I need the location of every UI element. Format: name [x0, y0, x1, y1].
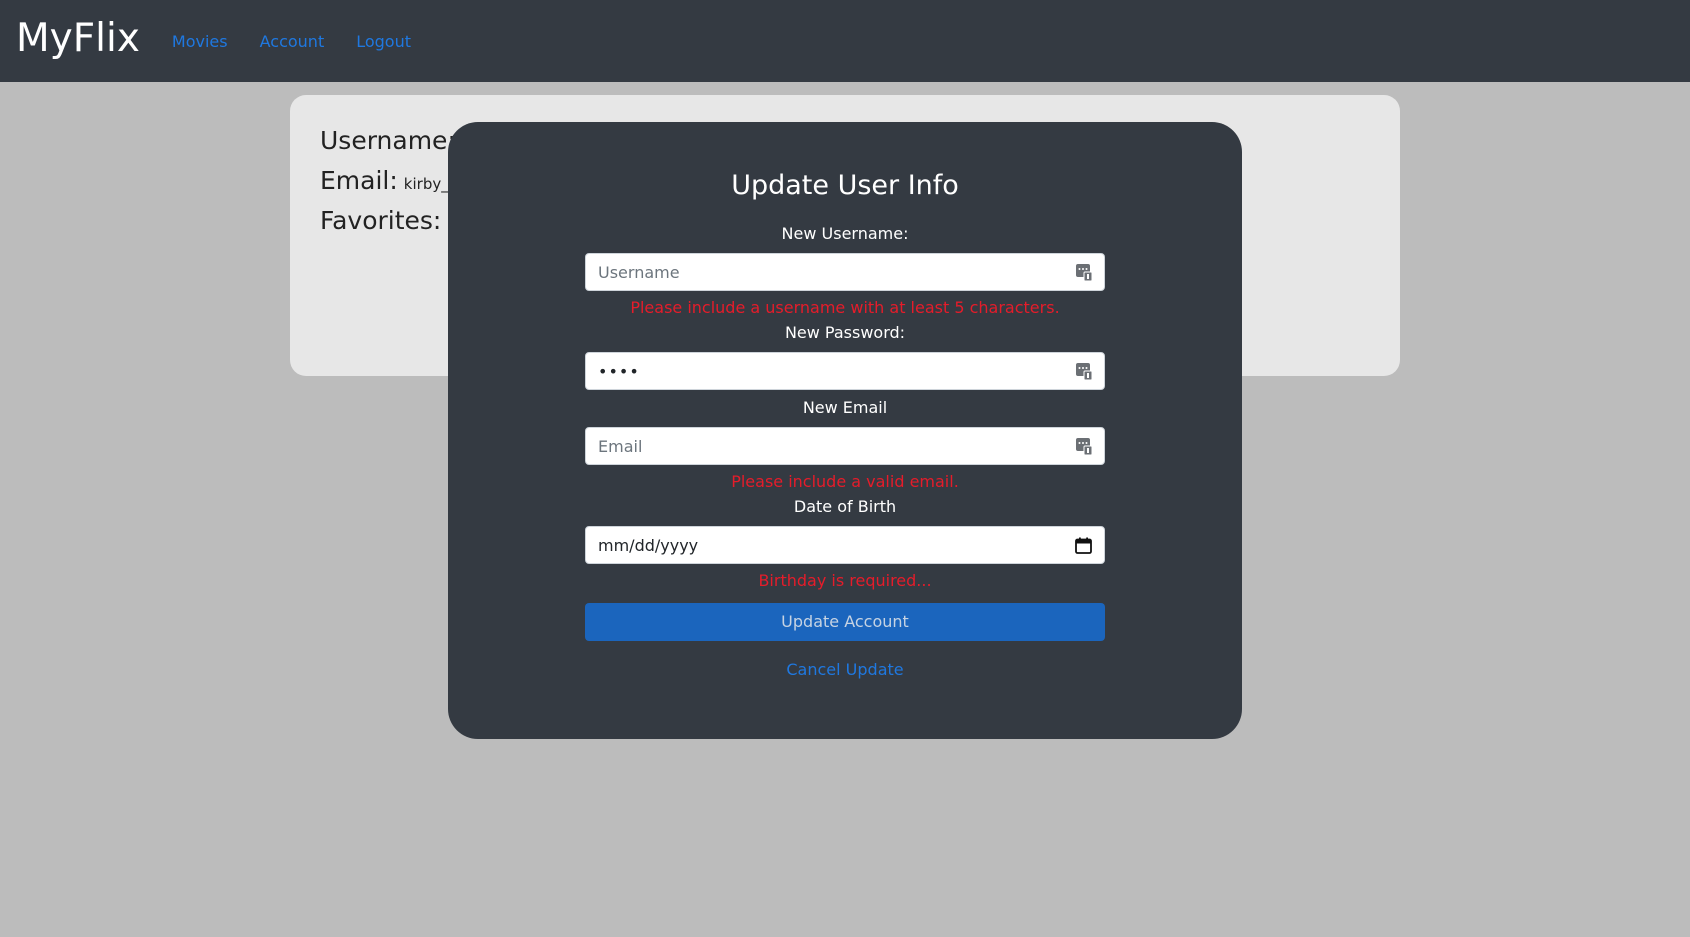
nav-link-movies[interactable]: Movies [172, 32, 228, 51]
cancel-update-link[interactable]: Cancel Update [585, 660, 1105, 679]
dob-error: Birthday is required... [758, 571, 932, 590]
email-error: Please include a valid email. [731, 472, 959, 491]
username-error: Please include a username with at least … [630, 298, 1060, 317]
calendar-icon[interactable] [1075, 537, 1092, 554]
password-manager-icon[interactable] [1076, 362, 1092, 380]
password-manager-icon[interactable] [1076, 263, 1092, 281]
username-input[interactable]: Username [585, 253, 1105, 291]
nav-link-account[interactable]: Account [260, 32, 325, 51]
password-input[interactable]: •••• [585, 352, 1105, 390]
profile-favorites-label: Favorites: [320, 206, 442, 235]
brand-logo[interactable]: MyFlix [16, 19, 140, 58]
email-placeholder: Email [598, 436, 643, 456]
dob-input[interactable]: mm/dd/yyyy [585, 526, 1105, 564]
password-manager-icon[interactable] [1076, 437, 1092, 455]
password-label: New Password: [784, 323, 906, 342]
update-account-button[interactable]: Update Account [585, 603, 1105, 641]
navbar: MyFlix Movies Account Logout [0, 0, 1690, 82]
dob-placeholder: mm/dd/yyyy [598, 535, 699, 555]
modal-title: Update User Info [731, 170, 959, 201]
nav-link-logout[interactable]: Logout [356, 32, 411, 51]
password-value: •••• [598, 361, 640, 381]
username-label: New Username: [781, 224, 909, 243]
profile-username-label: Username: [320, 126, 456, 155]
email-label: New Email [802, 398, 888, 417]
profile-email-label: Email: [320, 166, 398, 195]
username-placeholder: Username [598, 262, 680, 282]
update-user-modal: Update User Info New Username: Username … [448, 122, 1242, 739]
email-input[interactable]: Email [585, 427, 1105, 465]
dob-label: Date of Birth [793, 497, 897, 516]
